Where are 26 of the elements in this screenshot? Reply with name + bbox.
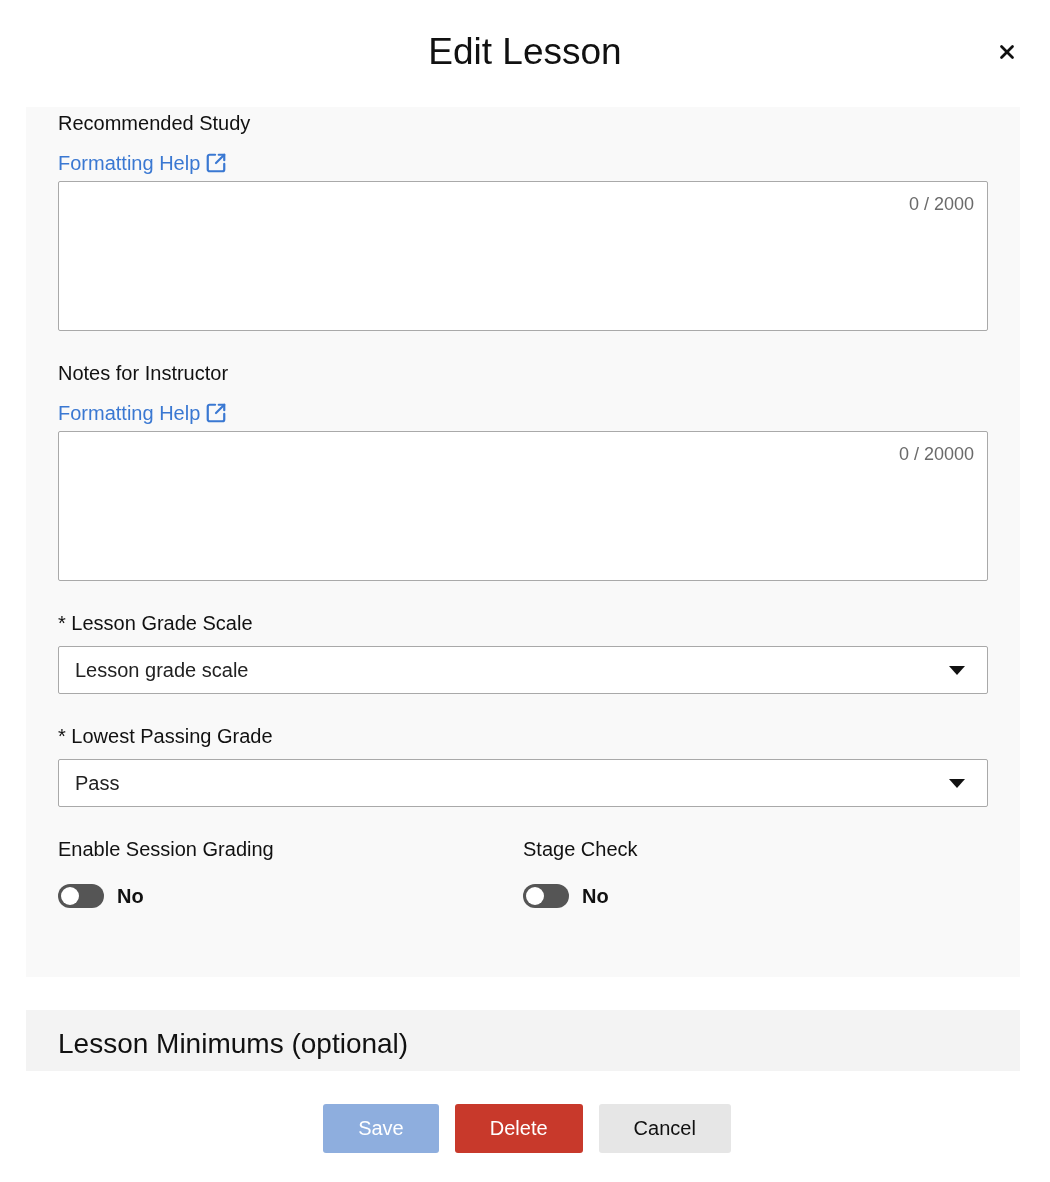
- toggle-switch[interactable]: [58, 884, 104, 908]
- dropdown-field[interactable]: Pass: [58, 759, 988, 807]
- cancel-button[interactable]: Cancel: [598, 1104, 731, 1153]
- caret-icon: [949, 778, 965, 788]
- dropdown-field[interactable]: Lesson grade scale: [58, 646, 988, 694]
- character-counter: 0 / 20000: [898, 443, 974, 465]
- field-label: Enable Session Grading: [58, 837, 275, 861]
- text-area-field[interactable]: 0 / 20000: [58, 431, 988, 581]
- field-label: * Lesson Grade Scale: [58, 611, 254, 635]
- character-counter: 0 / 2000: [908, 193, 974, 215]
- dialog-title: Edit Lesson: [428, 29, 622, 74]
- section-title: Lesson Minimums (optional): [58, 1027, 409, 1060]
- delete-button[interactable]: Delete: [454, 1104, 583, 1153]
- field-label: * Lowest Passing Grade: [58, 724, 274, 748]
- toggle-state-label: No: [582, 884, 609, 908]
- field-label: Recommended Study: [58, 111, 252, 135]
- toggle-state-label: No: [117, 884, 144, 908]
- caret-icon: [949, 665, 965, 675]
- toggle-switch[interactable]: [523, 884, 569, 908]
- external-link-icon: [205, 152, 228, 174]
- external-link-icon: [205, 402, 228, 424]
- formatting-help-link[interactable]: Formatting Help: [58, 401, 228, 425]
- field-label: Stage Check: [523, 837, 639, 861]
- formatting-help-link[interactable]: Formatting Help: [58, 151, 228, 175]
- text-area-field[interactable]: 0 / 2000: [58, 181, 988, 331]
- field-label: Notes for Instructor: [58, 361, 230, 385]
